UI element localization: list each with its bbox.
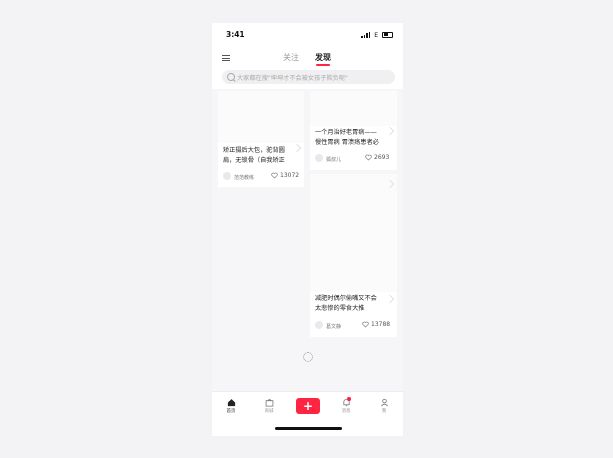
avatar[interactable] <box>223 172 231 180</box>
avatar[interactable] <box>315 154 323 162</box>
like-count: 13072 <box>280 172 300 179</box>
status-time: 3:41 <box>226 30 245 39</box>
search-placeholder: 大家都在搜"坤坤才不会被女孩子欺负呢" <box>237 75 348 82</box>
tab-messages[interactable]: 消息 <box>336 397 356 414</box>
search-icon <box>227 73 235 81</box>
tab-me[interactable]: 我 <box>374 398 394 414</box>
like-count: 13788 <box>371 321 391 328</box>
status-bar: 3:41 E <box>212 23 403 47</box>
card-author[interactable]: 葛文静 <box>326 323 341 330</box>
feed-card[interactable]: 矫正摄后大包，驼背圆 肩，无锁骨（自我矫正 范范教练 13072 <box>218 91 304 187</box>
card-title: 肩，无锁骨（自我矫正 <box>223 157 285 164</box>
phone-screen: 3:41 E 关注 发现 大家都在搜"坤坤才不会被女孩子欺负呢" 矫正摄后大包，… <box>212 23 403 436</box>
tab-follow[interactable]: 关注 <box>283 52 299 63</box>
add-post-button[interactable]: + <box>296 398 320 414</box>
feed-card[interactable]: 减肥时偶尔偷嘴又不会 太悲惨的零食大推 葛文静 13788 <box>310 174 397 337</box>
card-image <box>218 91 304 143</box>
feed-card[interactable]: 一个月治好老胃病—— 慢性胃病 胃溃疡患者必 狐叔儿 2693 <box>310 91 397 170</box>
home-indicator <box>275 427 342 430</box>
card-title: 减肥时偶尔偷嘴又不会 <box>315 295 377 302</box>
avatar[interactable] <box>315 321 323 329</box>
tab-shop[interactable]: 商城 <box>259 398 279 414</box>
like-count: 2693 <box>374 154 390 161</box>
tab-messages-label: 消息 <box>341 409 351 414</box>
like-button[interactable]: 13788 <box>362 321 390 328</box>
card-title: 一个月治好老胃病—— <box>315 129 377 136</box>
card-author[interactable]: 范范教练 <box>234 174 254 181</box>
tab-me-label: 我 <box>381 409 387 414</box>
like-button[interactable]: 2693 <box>365 154 389 161</box>
heart-icon <box>271 172 278 179</box>
search-input[interactable]: 大家都在搜"坤坤才不会被女孩子欺负呢" <box>222 70 395 84</box>
card-author[interactable]: 狐叔儿 <box>326 156 341 163</box>
tab-home[interactable]: 首页 <box>221 398 241 414</box>
tab-home-label: 首页 <box>226 409 236 414</box>
status-icons: E <box>361 31 393 39</box>
search-area: 大家都在搜"坤坤才不会被女孩子欺负呢" <box>212 69 403 89</box>
notification-dot <box>347 397 351 401</box>
card-image <box>310 91 397 126</box>
active-tab-indicator <box>316 64 330 66</box>
top-nav: 关注 发现 <box>212 47 403 69</box>
card-title: 太悲惨的零食大推 <box>315 305 365 312</box>
battery-icon <box>382 31 393 39</box>
home-icon <box>227 399 235 407</box>
tab-shop-label: 商城 <box>264 409 274 414</box>
card-title: 慢性胃病 胃溃疡患者必 <box>315 139 379 146</box>
user-icon <box>380 398 388 407</box>
carrier-label: E <box>374 31 378 39</box>
heart-icon <box>362 321 369 328</box>
card-title: 矫正摄后大包，驼背圆 <box>223 147 285 154</box>
signal-icon <box>361 32 371 38</box>
tab-discover[interactable]: 发现 <box>315 52 331 63</box>
shop-icon <box>265 399 273 407</box>
like-button[interactable]: 13072 <box>271 172 299 179</box>
card-image <box>310 174 397 292</box>
menu-icon[interactable] <box>222 55 230 62</box>
loading-spinner <box>303 352 313 362</box>
heart-icon <box>365 154 372 161</box>
